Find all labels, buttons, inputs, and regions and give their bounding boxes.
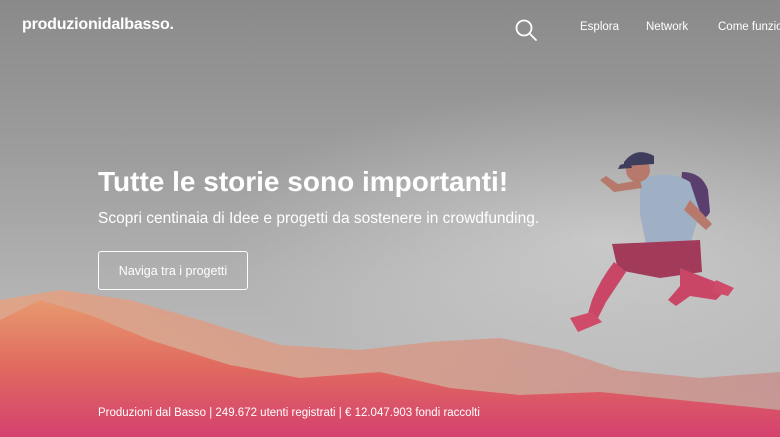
search-icon <box>515 19 537 41</box>
nav-link-come-funziona[interactable]: Come funzio <box>718 21 780 33</box>
nav-link-esplora[interactable]: Esplora <box>580 21 619 33</box>
hero-subtitle: Scopri centinaia di Idee e progetti da s… <box>98 210 540 227</box>
site-logo[interactable]: produzionidalbasso. <box>22 16 174 34</box>
jumping-person-illustration <box>570 152 734 332</box>
nav-link-network[interactable]: Network <box>646 21 688 33</box>
hero-title: Tutte le storie sono importanti! <box>98 166 509 197</box>
browse-projects-button[interactable]: Naviga tra i progetti <box>98 251 248 290</box>
hero-section: produzionidalbasso. Esplora Network Come… <box>0 0 780 437</box>
platform-stats: Produzioni dal Basso | 249.672 utenti re… <box>98 407 480 419</box>
search-button[interactable] <box>514 18 538 42</box>
